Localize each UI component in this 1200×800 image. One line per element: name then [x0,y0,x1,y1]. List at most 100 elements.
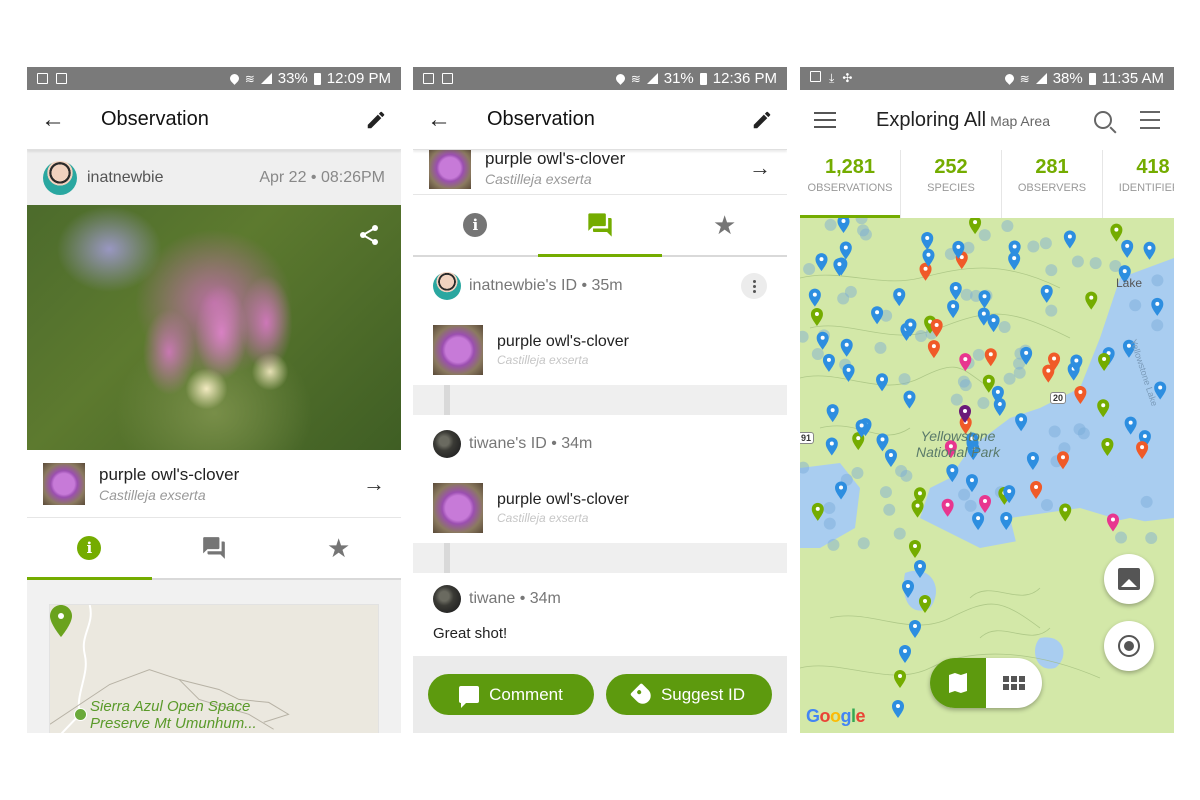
observation-pin[interactable] [808,288,821,307]
observation-cluster-dot[interactable] [1115,531,1128,544]
observer-row[interactable]: inatnewbie Apr 22 • 08:26PM [27,150,401,205]
observation-pin[interactable] [1085,291,1098,310]
observation-pin[interactable] [909,540,921,558]
observation-pin[interactable] [893,288,906,307]
observation-pin[interactable] [903,390,916,409]
observation-cluster-dot[interactable] [803,262,816,275]
observation-cluster-dot[interactable] [844,285,857,298]
observation-cluster-dot[interactable] [883,503,896,516]
observation-cluster-dot[interactable] [957,375,970,388]
observation-pin[interactable] [909,620,921,638]
explore-map[interactable]: Lake Yellowstone Lake Yellowstone Nation… [800,218,1174,733]
observation-pin[interactable] [1040,284,1053,303]
observation-pin[interactable] [921,232,934,251]
observation-pin[interactable] [822,353,835,372]
observation-pin[interactable] [1143,241,1156,260]
observation-cluster-dot[interactable] [950,393,963,406]
observation-cluster-dot[interactable] [895,464,908,477]
observation-cluster-dot[interactable] [1040,498,1053,511]
observation-pin[interactable] [876,433,889,452]
observation-pin[interactable] [892,700,904,718]
more-options-button[interactable] [741,273,767,299]
observation-cluster-dot[interactable] [1039,237,1052,250]
observation-pin[interactable] [842,363,855,382]
my-location-button[interactable] [1104,621,1154,671]
stat-observers[interactable]: 281 OBSERVERS [1002,150,1103,218]
tab-favorites[interactable]: ★ [276,518,401,578]
observation-cluster-dot[interactable] [1045,304,1058,317]
tab-favorites[interactable]: ★ [662,195,787,255]
observation-pin[interactable] [978,290,991,309]
observation-cluster-dot[interactable] [915,329,928,342]
observation-cluster-dot[interactable] [857,537,870,550]
observation-cluster-dot[interactable] [857,224,870,237]
observation-cluster-dot[interactable] [893,527,906,540]
observation-cluster-dot[interactable] [1089,257,1102,270]
observation-pin[interactable] [871,306,884,325]
observation-cluster-dot[interactable] [1045,264,1058,277]
layers-button[interactable] [1104,554,1154,604]
back-button[interactable]: ← [427,106,459,134]
observation-cluster-dot[interactable] [1001,219,1014,232]
taxon-row[interactable]: purple owl's-clover Castilleja exserta → [27,450,401,518]
observation-cluster-dot[interactable] [978,229,991,242]
grid-view-button[interactable] [986,658,1042,708]
observation-cluster-dot[interactable] [972,348,985,361]
observation-pin[interactable] [833,258,846,277]
stat-identifiers[interactable]: 418 IDENTIFIERS [1103,150,1174,218]
observation-cluster-dot[interactable] [1140,495,1153,508]
observation-pin[interactable] [876,373,889,392]
observation-pin[interactable] [839,241,852,260]
observation-cluster-dot[interactable] [855,218,868,225]
filter-icon[interactable] [1140,111,1160,129]
identification-taxon[interactable]: purple owl's-clover Castilleja exserta [433,473,767,543]
tab-info[interactable]: i [27,518,152,580]
arrow-right-icon[interactable]: → [363,471,385,497]
back-button[interactable]: ← [41,106,73,134]
observation-pin[interactable] [927,340,940,359]
tab-activity[interactable] [152,518,277,578]
observation-pin[interactable] [947,300,960,319]
observation-pin[interactable] [919,262,932,281]
observation-pin[interactable] [987,314,1000,333]
search-icon[interactable] [1094,111,1112,129]
observation-photo[interactable] [27,205,401,450]
observation-cluster-dot[interactable] [827,538,840,551]
observation-pin[interactable] [984,348,997,367]
observation-pin[interactable] [816,331,829,350]
observation-cluster-dot[interactable] [1145,532,1158,545]
observation-cluster-dot[interactable] [1151,274,1164,287]
observation-cluster-dot[interactable] [874,341,887,354]
observation-cluster-dot[interactable] [879,486,892,499]
observation-cluster-dot[interactable] [1071,255,1084,268]
suggest-id-button[interactable]: Suggest ID [606,674,772,715]
arrow-right-icon[interactable]: → [749,155,771,181]
observation-cluster-dot[interactable] [823,502,836,515]
observation-cluster-dot[interactable] [1003,372,1016,385]
observation-pin[interactable] [1110,223,1123,242]
edit-icon[interactable] [365,109,387,131]
tab-info[interactable]: i [413,195,538,255]
observation-cluster-dot[interactable] [898,373,911,386]
observation-cluster-dot[interactable] [1048,425,1061,438]
observation-cluster-dot[interactable] [958,488,971,501]
observation-cluster-dot[interactable] [1013,366,1026,379]
edit-icon[interactable] [751,109,773,131]
share-icon[interactable] [357,223,381,247]
observation-cluster-dot[interactable] [824,218,837,231]
observation-pin[interactable] [825,437,838,456]
observation-cluster-dot[interactable] [1073,423,1086,436]
observation-pin[interactable] [1063,230,1076,249]
observation-pin[interactable] [899,645,911,663]
observation-cluster-dot[interactable] [964,499,977,512]
location-map[interactable]: Sierra Azul Open Space Preserve Mt Umunh… [49,604,379,733]
observation-cluster-dot[interactable] [977,397,990,410]
tab-activity[interactable] [537,195,663,257]
observation-pin[interactable] [949,281,962,300]
observation-pin[interactable] [810,307,823,326]
observation-pin[interactable] [826,404,839,423]
observation-cluster-dot[interactable] [851,467,864,480]
observation-cluster-dot[interactable] [998,321,1011,334]
observation-pin[interactable] [1008,252,1021,271]
observation-cluster-dot[interactable] [1151,319,1164,332]
